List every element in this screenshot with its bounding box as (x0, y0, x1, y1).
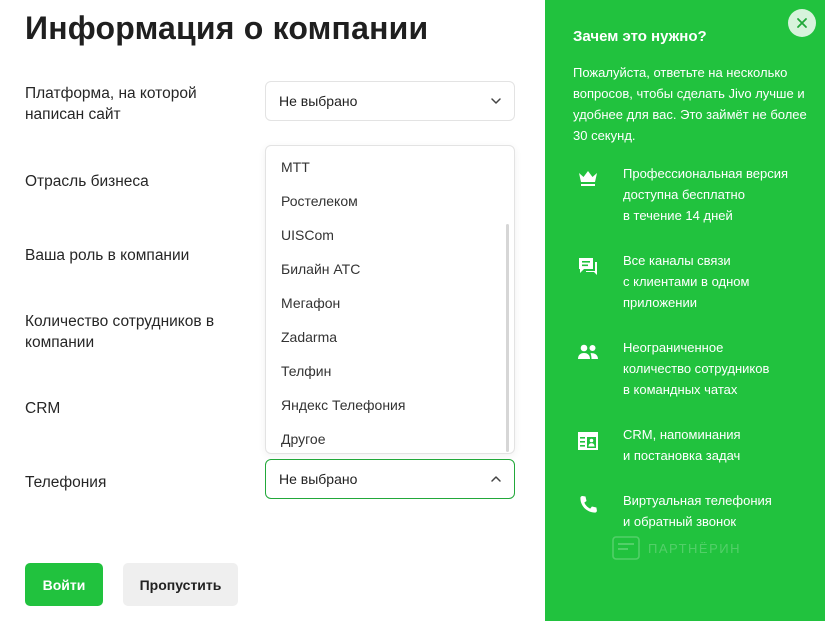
feature-text: Виртуальная телефония и обратный звонок (623, 493, 772, 529)
watermark: ПАРТНЁРИН (612, 536, 741, 560)
crown-icon (579, 171, 597, 186)
dropdown-option[interactable]: МТТ (281, 157, 310, 177)
dropdown-option[interactable]: Билайн АТС (281, 259, 360, 279)
platform-label: Платформа, на которой написан сайт (25, 85, 197, 123)
info-panel: Зачем это нужно? Пожалуйста, ответьте на… (545, 0, 825, 621)
login-button[interactable]: Войти (25, 563, 103, 606)
telephony-label: Телефония (25, 474, 107, 491)
feature-text: Все каналы связи с клиентами в одном при… (623, 253, 750, 310)
dropdown-option[interactable]: UISCom (281, 225, 334, 245)
crm-label: CRM (25, 400, 61, 417)
feature-text: Профессиональная версия доступна бесплат… (623, 166, 789, 223)
close-icon (797, 18, 807, 28)
platform-select-value: Не выбрано (279, 93, 358, 109)
panel-heading: Зачем это нужно? (573, 28, 707, 45)
watermark-logo-icon (612, 536, 640, 560)
dropdown-option[interactable]: Телфин (281, 361, 331, 381)
panel-description: Пожалуйста, ответьте на несколько вопрос… (573, 65, 807, 143)
chat-icon (579, 258, 597, 275)
dropdown-option[interactable]: Другое (281, 429, 325, 449)
role-label: Ваша роль в компании (25, 247, 190, 264)
dropdown-scrollbar[interactable] (506, 224, 509, 452)
watermark-text: ПАРТНЁРИН (648, 540, 742, 556)
chevron-up-icon (491, 476, 501, 482)
employees-label: Количество сотрудников в компании (25, 313, 215, 351)
platform-select[interactable]: Не выбрано (265, 81, 515, 121)
feature-text: CRM, напоминания и постановка задач (623, 427, 741, 463)
close-button[interactable] (788, 9, 816, 37)
dropdown-option[interactable]: Мегафон (281, 293, 340, 313)
dropdown-option[interactable]: Zadarma (281, 327, 337, 347)
users-icon (578, 344, 598, 359)
telephony-select-value: Не выбрано (279, 471, 358, 487)
telephony-select[interactable]: Не выбрано (265, 459, 515, 499)
dropdown-option[interactable]: Ростелеком (281, 191, 358, 211)
industry-label: Отрасль бизнеса (25, 173, 149, 190)
skip-button[interactable]: Пропустить (123, 563, 238, 606)
phone-icon (580, 495, 597, 513)
dropdown-option[interactable]: Яндекс Телефония (281, 395, 405, 415)
chevron-down-icon (491, 98, 501, 104)
page-title: Информация о компании (25, 10, 429, 46)
feature-text: Неограниченное количество сотрудников в … (623, 340, 770, 397)
crm-card-icon (578, 432, 598, 450)
telephony-dropdown: МТТ Ростелеком UISCom Билайн АТС Мегафон… (265, 145, 515, 454)
